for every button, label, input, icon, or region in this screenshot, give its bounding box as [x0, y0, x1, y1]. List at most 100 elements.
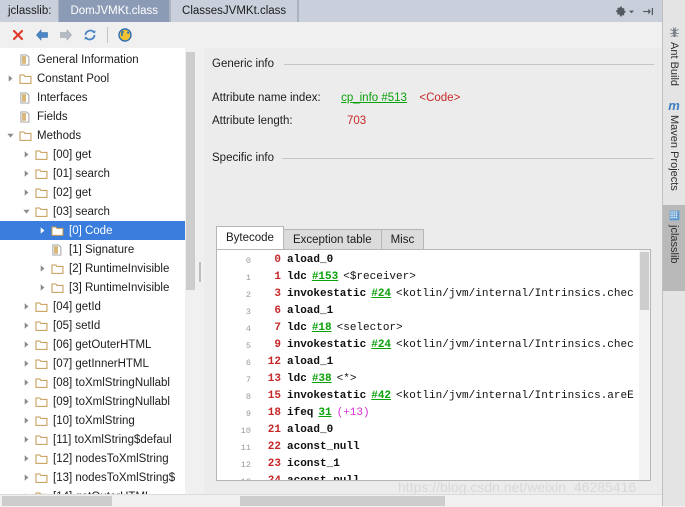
- tree-node-twisty[interactable]: [20, 316, 33, 335]
- tree-node[interactable]: [03] search: [0, 202, 196, 221]
- tree-node-twisty[interactable]: [20, 449, 33, 468]
- bytecode-operand-link[interactable]: #153: [307, 269, 338, 286]
- window-tab-0[interactable]: DomJVMKt.class: [58, 0, 171, 22]
- tree-node[interactable]: [05] setId: [0, 316, 196, 335]
- split-divider-grip[interactable]: [199, 262, 201, 282]
- detail-tab-exception-table[interactable]: Exception table: [282, 229, 382, 250]
- reload-button[interactable]: [78, 24, 102, 46]
- bytecode-scrollbar-thumb[interactable]: [640, 252, 649, 310]
- detail-tab-bytecode[interactable]: Bytecode: [216, 226, 284, 250]
- tool-button-jclasslib[interactable]: jclasslib: [663, 205, 685, 291]
- tree-horizontal-scrollbar-thumb[interactable]: [2, 496, 112, 506]
- tree-node[interactable]: Interfaces: [0, 88, 196, 107]
- tree-node-twisty[interactable]: [4, 126, 17, 145]
- settings-gear-button[interactable]: [614, 5, 635, 18]
- tree-node[interactable]: [07] getInnerHTML: [0, 354, 196, 373]
- horizontal-scrollbar[interactable]: [0, 494, 663, 507]
- bytecode-line[interactable]: 11 22 aconst_null: [217, 439, 640, 456]
- tree-node-twisty[interactable]: [20, 411, 33, 430]
- tree-node[interactable]: [12] nodesToXmlString: [0, 449, 196, 468]
- tree-vertical-scrollbar[interactable]: [185, 48, 196, 494]
- tree-node-twisty[interactable]: [4, 88, 17, 107]
- bytecode-operand-link[interactable]: #24: [366, 337, 391, 354]
- tree-node-twisty[interactable]: [20, 145, 33, 164]
- tree-node-twisty[interactable]: [4, 107, 17, 126]
- bytecode-line[interactable]: 7 13 ldc #38 <*>: [217, 371, 640, 388]
- bytecode-line[interactable]: 0 0 aload_0: [217, 252, 640, 269]
- bytecode-line[interactable]: 2 3 invokestatic #24 <kotlin/jvm/internal/In…: [217, 286, 640, 303]
- tree-scrollbar-thumb[interactable]: [186, 52, 195, 290]
- tree-node[interactable]: [00] get: [0, 145, 196, 164]
- bytecode-line[interactable]: 13 24 aconst_null: [217, 473, 640, 480]
- tool-button-maven-projects[interactable]: m Maven Projects: [663, 95, 685, 191]
- tree-node[interactable]: Fields: [0, 107, 196, 126]
- tree-node-twisty[interactable]: [20, 373, 33, 392]
- tree-node[interactable]: Constant Pool: [0, 69, 196, 88]
- tree-node[interactable]: [08] toXmlStringNullabl: [0, 373, 196, 392]
- tree-node-twisty[interactable]: [4, 69, 17, 88]
- tree-node-twisty[interactable]: [20, 297, 33, 316]
- bytecode-operand-link[interactable]: #38: [307, 371, 332, 388]
- tree-node[interactable]: Methods: [0, 126, 196, 145]
- tree-node[interactable]: [09] toXmlStringNullabl: [0, 392, 196, 411]
- tree-node-twisty[interactable]: [20, 202, 33, 221]
- bytecode-horizontal-scrollbar-thumb[interactable]: [240, 496, 445, 506]
- tree-node-twisty[interactable]: [20, 183, 33, 202]
- tool-button-ant-build[interactable]: Ant Build: [663, 22, 685, 86]
- tree-node-twisty[interactable]: [20, 468, 33, 487]
- tree-node[interactable]: [14] getOuterHTML: [0, 487, 196, 494]
- window-tab-1[interactable]: ClassesJVMKt.class: [170, 0, 299, 22]
- tree-node[interactable]: [04] getId: [0, 297, 196, 316]
- tree-node-twisty[interactable]: [20, 392, 33, 411]
- bytecode-operand-link[interactable]: 31: [313, 405, 331, 422]
- tree-node[interactable]: [3] RuntimeInvisible: [0, 278, 196, 297]
- bytecode-line[interactable]: 12 23 iconst_1: [217, 456, 640, 473]
- bytecode-line[interactable]: 4 7 ldc #18 <selector>: [217, 320, 640, 337]
- forward-button[interactable]: [54, 24, 78, 46]
- bytecode-line[interactable]: 1 1 ldc #153 <$receiver>: [217, 269, 640, 286]
- bytecode-line[interactable]: 10 21 aload_0: [217, 422, 640, 439]
- folder-icon: [33, 430, 49, 449]
- bytecode-line[interactable]: 8 15 invokestatic #42 <kotlin/jvm/internal/I…: [217, 388, 640, 405]
- tree-node[interactable]: [01] search: [0, 164, 196, 183]
- tree-node[interactable]: [1] Signature: [0, 240, 196, 259]
- tree-node-twisty[interactable]: [20, 487, 33, 494]
- bytecode-line[interactable]: 5 9 invokestatic #24 <kotlin/jvm/internal/In…: [217, 337, 640, 354]
- tree-node-twisty[interactable]: [36, 278, 49, 297]
- tree-node[interactable]: [10] toXmlString: [0, 411, 196, 430]
- hide-panel-icon[interactable]: [641, 5, 655, 18]
- bytecode-line-index: 10: [240, 426, 251, 436]
- bytecode-line[interactable]: 9 18 ifeq 31 (+13): [217, 405, 640, 422]
- bytecode-mnemonic: ldc: [287, 271, 307, 283]
- browse-button[interactable]: [113, 24, 137, 46]
- tree-node-twisty[interactable]: [20, 335, 33, 354]
- tree-node-twisty[interactable]: [36, 259, 49, 278]
- bytecode-line[interactable]: 6 12 aload_1: [217, 354, 640, 371]
- class-tree-panel[interactable]: General Information Constant Pool Interfac…: [0, 48, 196, 494]
- tree-node[interactable]: [0] Code: [0, 221, 196, 240]
- folder-icon: [33, 487, 49, 494]
- tree-node[interactable]: [13] nodesToXmlString$: [0, 468, 196, 487]
- tree-node[interactable]: [06] getOuterHTML: [0, 335, 196, 354]
- tree-node-twisty[interactable]: [4, 50, 17, 69]
- close-button[interactable]: [6, 24, 30, 46]
- tree-node-twisty[interactable]: [20, 164, 33, 183]
- tree-node[interactable]: [02] get: [0, 183, 196, 202]
- attribute-name-index-link[interactable]: cp_info #513: [341, 92, 407, 104]
- bytecode-operand-link[interactable]: #18: [307, 320, 332, 337]
- tree-node-twisty[interactable]: [20, 430, 33, 449]
- detail-tab-misc[interactable]: Misc: [380, 229, 425, 250]
- tree-node-twisty[interactable]: [20, 354, 33, 373]
- bytecode-line[interactable]: 3 6 aload_1: [217, 303, 640, 320]
- back-button[interactable]: [30, 24, 54, 46]
- tree-node[interactable]: [2] RuntimeInvisible: [0, 259, 196, 278]
- bytecode-line-index: 7: [245, 375, 251, 385]
- bytecode-operand-link[interactable]: #42: [366, 388, 391, 405]
- bytecode-vertical-scrollbar[interactable]: [639, 250, 650, 480]
- bytecode-viewer[interactable]: 0 0 aload_0 1 1 ldc #153 <$receiver> 2 3 invokesta…: [216, 249, 651, 481]
- tree-node[interactable]: General Information: [0, 50, 196, 69]
- bytecode-operand-link[interactable]: #24: [366, 286, 391, 303]
- tree-node[interactable]: [11] toXmlString$defaul: [0, 430, 196, 449]
- tree-node-twisty[interactable]: [36, 221, 49, 240]
- tree-node-twisty[interactable]: [36, 240, 49, 259]
